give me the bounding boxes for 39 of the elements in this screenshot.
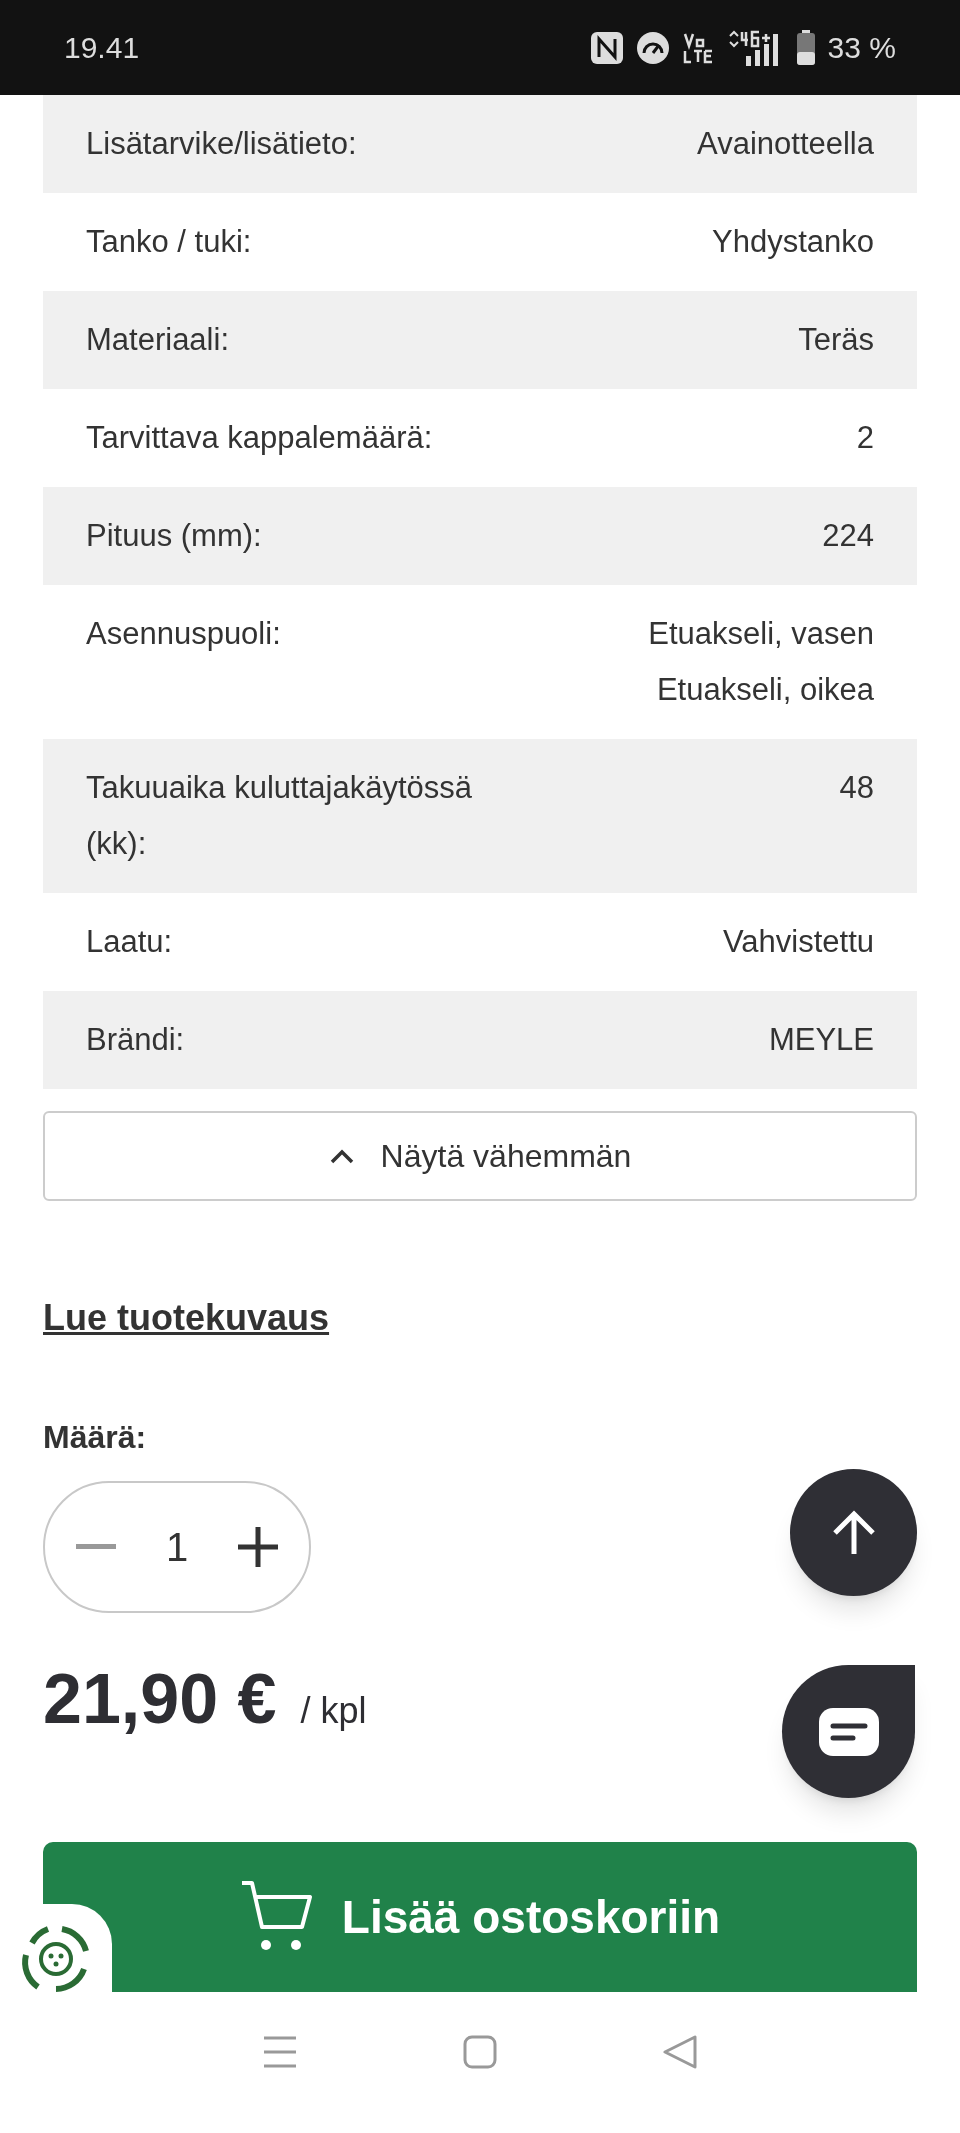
price: 21,90 € — [43, 1659, 277, 1740]
spec-value: MEYLE — [768, 1021, 874, 1059]
spec-value: Etuakseli, vasen — [648, 615, 874, 653]
spec-value: Yhdystanko — [712, 223, 874, 261]
spec-label: Lisätarvike/lisätieto: — [86, 125, 357, 163]
spec-label: Brändi: — [86, 1021, 185, 1059]
home-icon[interactable] — [463, 2034, 497, 2069]
spec-value: 2 — [856, 419, 874, 457]
spec-value: Teräs — [798, 321, 874, 359]
speedometer-icon — [635, 30, 670, 65]
nfc-icon — [589, 30, 624, 65]
back-icon[interactable] — [663, 2034, 697, 2069]
spec-value: Avainotteella — [697, 125, 874, 163]
price-unit: / kpl — [300, 1689, 367, 1733]
quantity-label: Määrä: — [43, 1419, 147, 1455]
battery-icon — [795, 29, 816, 66]
battery-percentage: 33 % — [827, 30, 896, 66]
show-less-button[interactable]: Näytä vähemmän — [43, 1111, 917, 1201]
spec-value: Vahvistettu — [722, 923, 874, 961]
spec-label: Pituus (mm): — [86, 517, 262, 555]
spec-label: Materiaali: — [86, 321, 229, 359]
quantity-value: 1 — [165, 1524, 189, 1571]
add-to-cart-button[interactable]: Lisää ostoskoriin — [43, 1842, 917, 1992]
chat-button[interactable] — [782, 1665, 915, 1798]
spec-value: 48 — [839, 769, 874, 807]
spec-label: Takuuaika kuluttajakäytössä (kk): — [86, 769, 473, 863]
minus-icon — [76, 1544, 116, 1550]
spec-value: 224 — [822, 517, 874, 555]
plus-icon — [238, 1527, 278, 1567]
spec-label: Tanko / tuki: — [86, 223, 252, 261]
chevron-up-icon — [328, 1148, 355, 1164]
status-time: 19.41 — [64, 30, 140, 66]
menu-icon[interactable] — [263, 2034, 297, 2069]
spec-label: Asennuspuoli: — [86, 615, 281, 653]
spec-label: Laatu: — [86, 923, 173, 961]
product-description-link[interactable]: Lue tuotekuvaus — [43, 1297, 330, 1338]
chat-icon — [818, 1707, 879, 1756]
spec-label: Tarvittava kappalemäärä: — [86, 419, 433, 457]
spec-value: Etuakseli, oikea — [656, 671, 874, 709]
